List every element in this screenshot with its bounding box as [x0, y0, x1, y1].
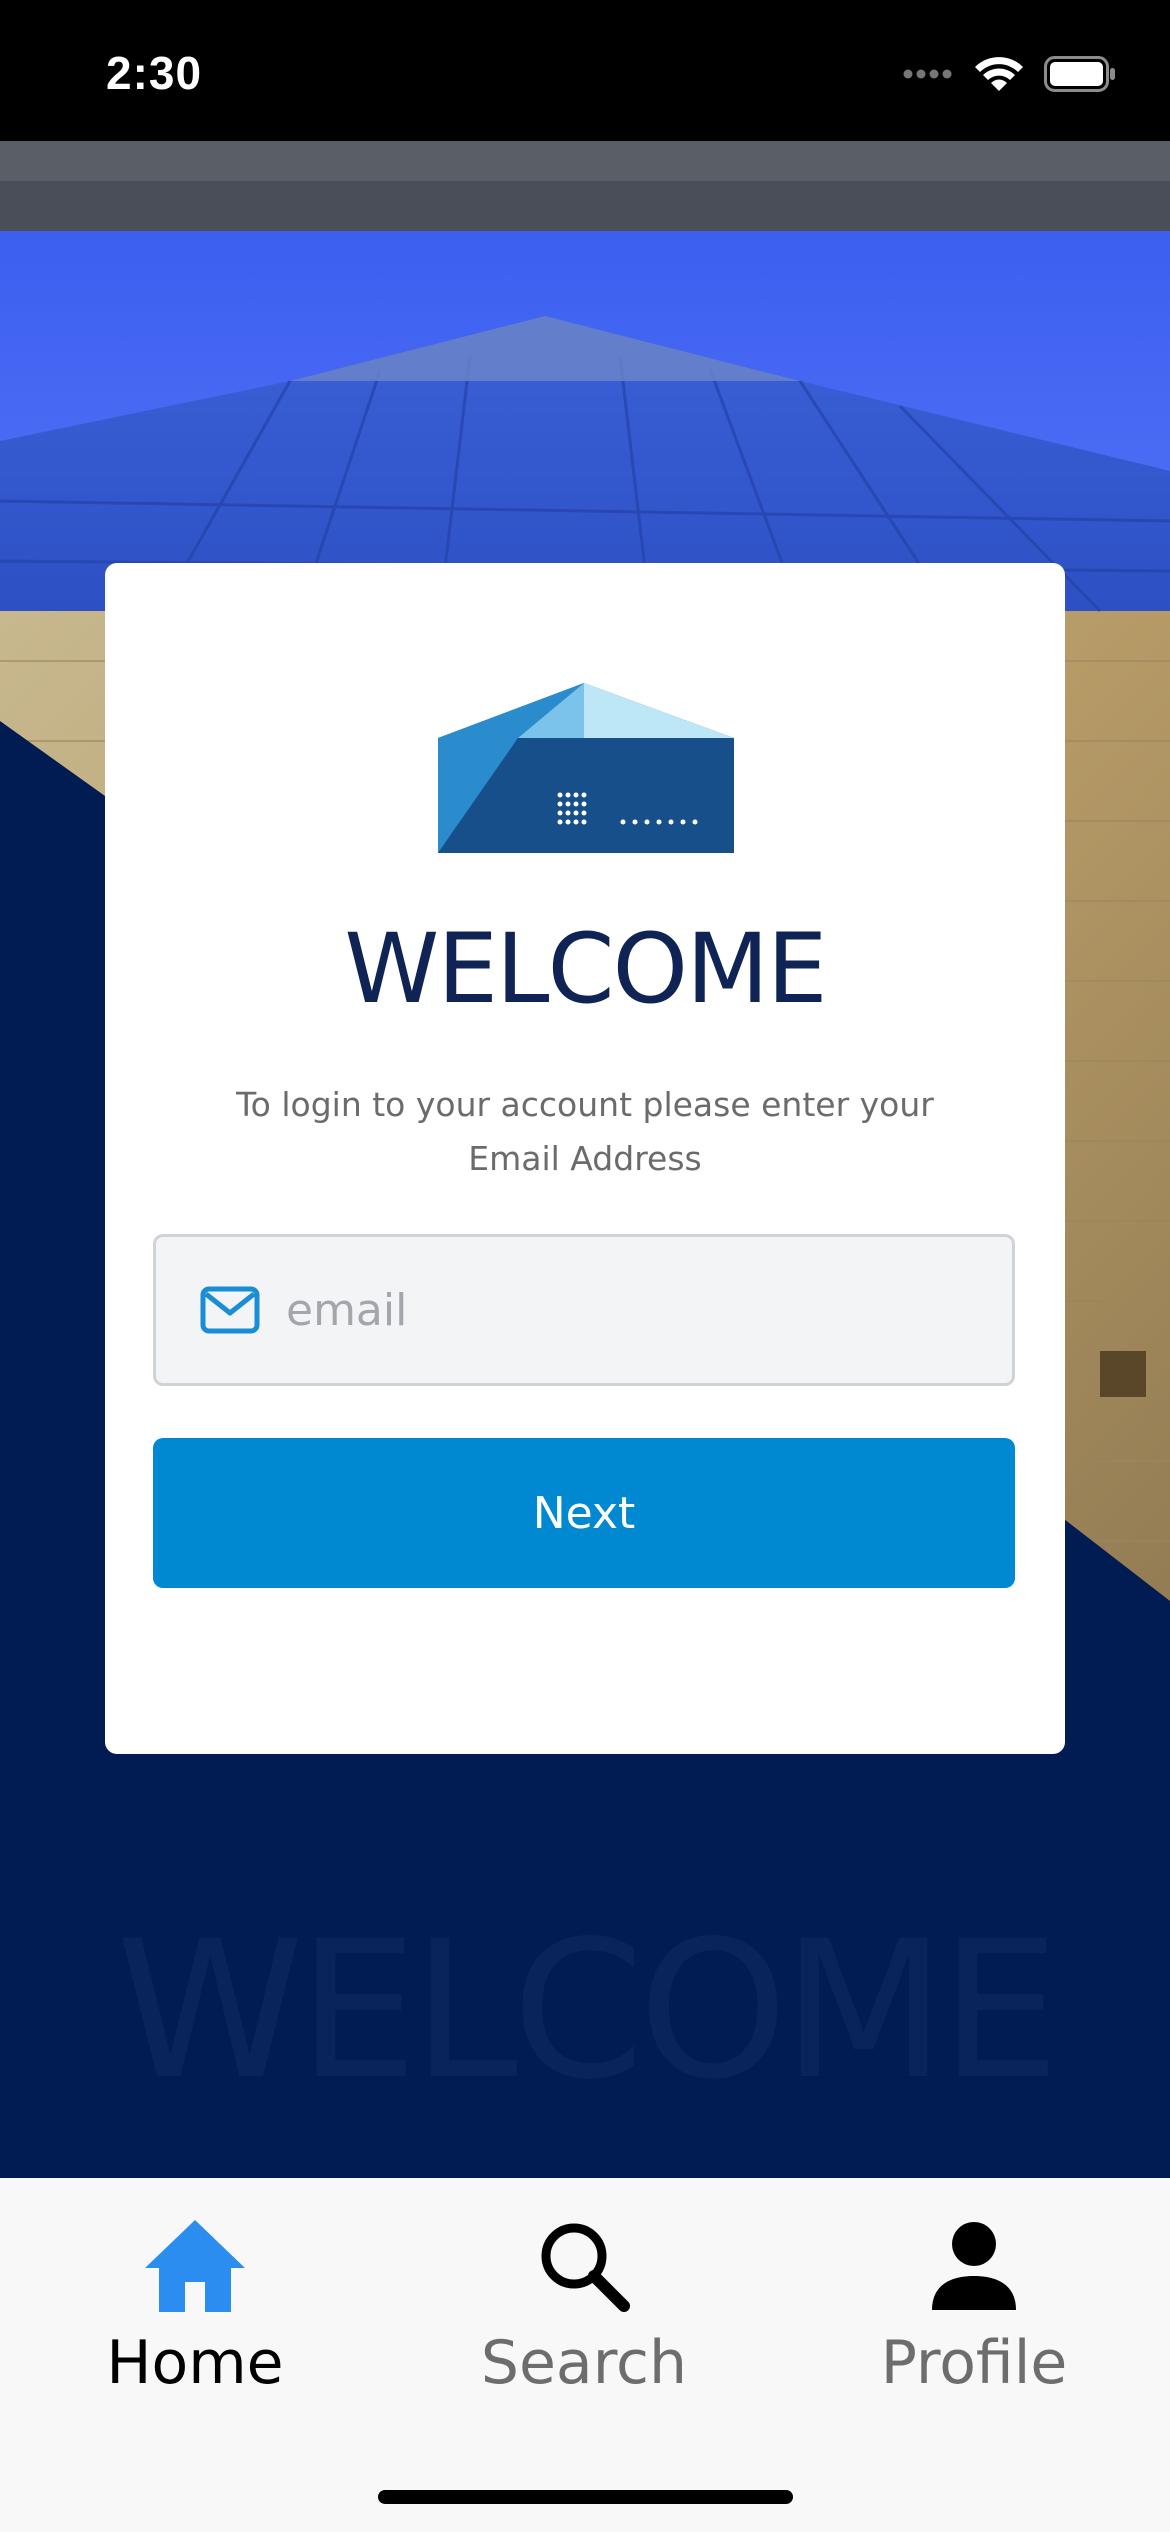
status-time: 2:30 — [106, 47, 203, 99]
login-instructions-line1: To login to your account please enter yo… — [236, 1085, 934, 1124]
email-input[interactable] — [284, 1259, 988, 1361]
wifi-icon — [975, 57, 1023, 91]
status-icons — [902, 52, 1116, 96]
status-bar: 2:30 — [0, 0, 1170, 141]
home-icon — [145, 2220, 245, 2312]
tab-bar: Home Search Profile — [0, 2178, 1170, 2532]
person-icon — [932, 2222, 1016, 2310]
search-icon — [541, 2223, 630, 2312]
tab-home[interactable]: Home — [45, 2214, 345, 2404]
tab-search-label: Search — [480, 2328, 688, 2398]
email-field[interactable] — [153, 1234, 1015, 1386]
tab-profile[interactable]: Profile — [824, 2214, 1124, 2404]
cellular-signal-icon — [903, 69, 952, 79]
building-logo-icon — [438, 683, 734, 853]
next-button[interactable]: Next — [153, 1438, 1015, 1588]
login-instructions-line2: Email Address — [468, 1139, 702, 1178]
home-indicator — [378, 2490, 793, 2504]
mail-icon — [200, 1286, 260, 1334]
background-watermark: WELCOME — [0, 1900, 1170, 2121]
tab-profile-label: Profile — [880, 2328, 1068, 2398]
welcome-title: WELCOME — [344, 913, 827, 1025]
login-screen: 2:30 WELCOME To login to your account pl… — [0, 0, 1170, 2532]
login-card: WELCOME To login to your account please … — [105, 563, 1065, 1754]
tab-search[interactable]: Search — [434, 2214, 734, 2404]
battery-icon — [1044, 56, 1115, 92]
tab-home-label: Home — [106, 2328, 284, 2398]
login-instructions: To login to your account please enter yo… — [205, 1078, 965, 1186]
